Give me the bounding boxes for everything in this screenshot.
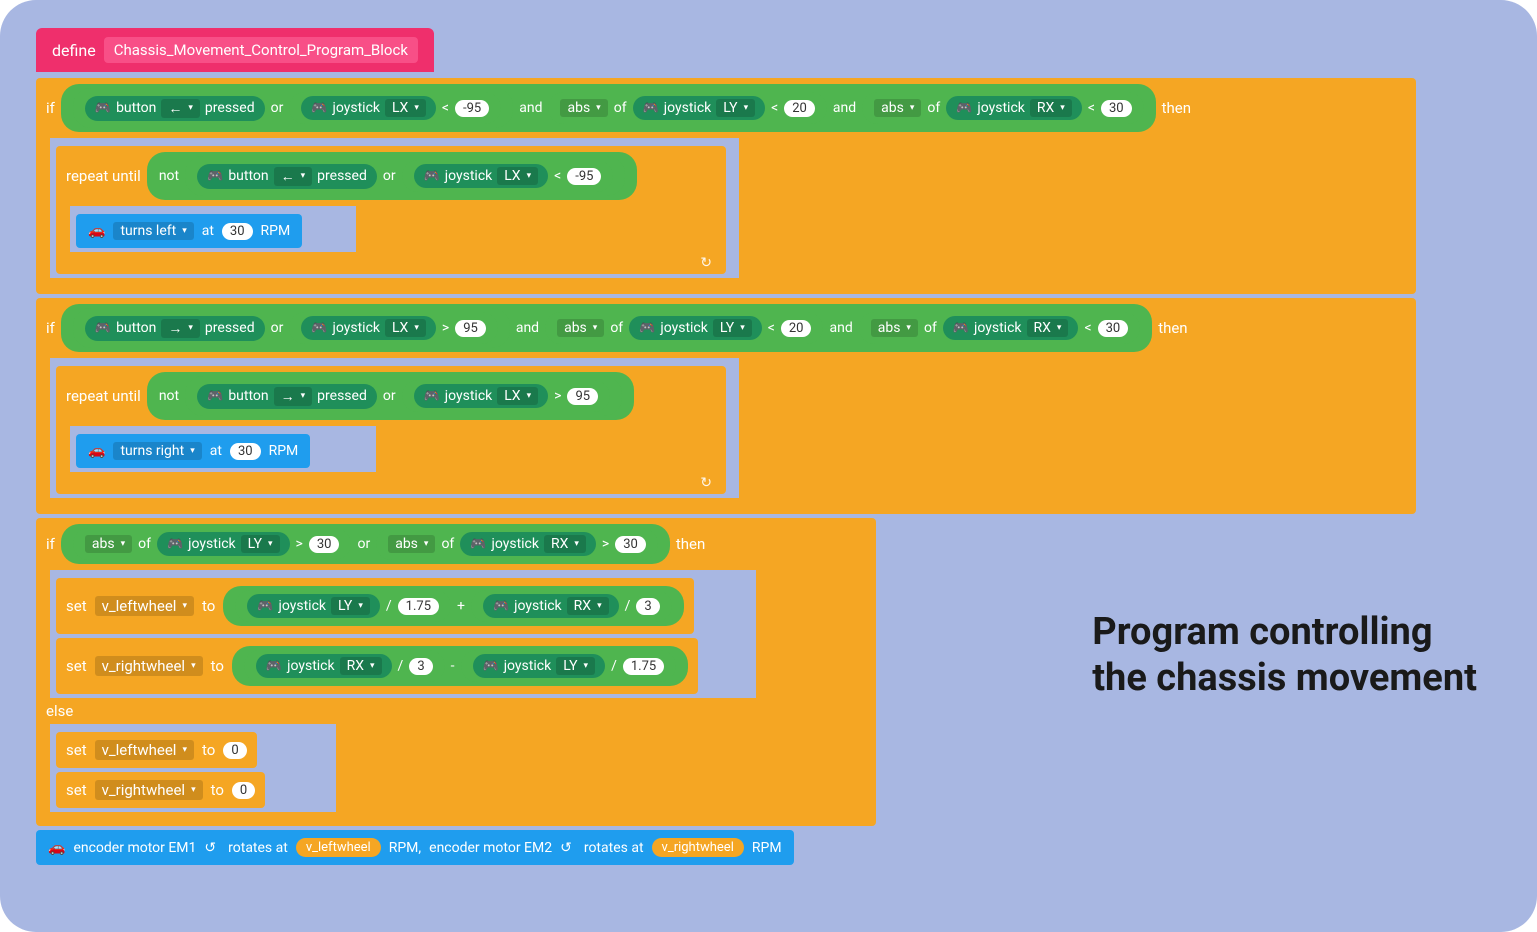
gamepad-icon: 🎮 (424, 389, 440, 404)
if-turn-right[interactable]: if 🎮 button → pressed or 🎮 (36, 298, 1416, 514)
if-head: if 🎮 button ← pressed or 🎮 (36, 78, 1416, 138)
if-kw: if (46, 99, 55, 117)
gamepad-icon: 🎮 (311, 321, 327, 336)
if-turn-left[interactable]: if 🎮 button ← pressed or 🎮 (36, 78, 1416, 294)
not-cond-right: not 🎮 button → pressed or (147, 372, 634, 420)
block-canvas: define Chassis_Movement_Control_Program_… (0, 0, 1537, 932)
gamepad-icon: 🎮 (424, 169, 440, 184)
var-vr-dd[interactable]: v_rightwheel (95, 656, 203, 676)
gamepad-icon: 🎮 (493, 599, 509, 614)
encoder2-label: encoder motor EM2 (429, 840, 552, 856)
not-cond-left: not 🎮 button ← pressed or (147, 152, 638, 200)
cond-or-left: 🎮 button ← pressed or 🎮 joystick LX (73, 88, 513, 128)
main-stack: if 🎮 button ← pressed or 🎮 (36, 72, 1537, 865)
cond-or-right: 🎮 button → pressed or 🎮 joystick LX (73, 308, 510, 348)
repeat-right[interactable]: repeat until not 🎮 button → pressed (56, 366, 726, 494)
gamepad-icon: 🎮 (207, 169, 223, 184)
define-proc-name: Chassis_Movement_Control_Program_Block (104, 37, 418, 63)
loop-icon: ↻ (700, 475, 712, 491)
encoder-motor-block[interactable]: 🚗 encoder motor EM1 rotates at v_leftwhe… (36, 830, 794, 865)
gamepad-icon: 🎮 (470, 537, 486, 552)
var-vl-pill[interactable]: v_leftwheel (296, 838, 381, 857)
if-joy-move[interactable]: if abs of 🎮 joystick LY > 30 or (36, 518, 876, 826)
set-v-leftwheel[interactable]: set v_leftwheel to 🎮 joystick LY / 1.75 (56, 578, 694, 634)
turns-left-block[interactable]: 🚗 turns left at 30 RPM (76, 214, 302, 248)
encoder1-label: encoder motor EM1 (73, 840, 196, 856)
repeat-left[interactable]: repeat until not 🎮 button ← pressed (56, 146, 726, 274)
gamepad-icon: 🎮 (95, 321, 111, 336)
if-joy-head: if abs of 🎮 joystick LY > 30 or (36, 518, 876, 570)
cond-outer-right: 🎮 button → pressed or 🎮 joystick LX (61, 304, 1152, 352)
btn-left-dd[interactable]: ← (161, 99, 200, 118)
car-icon: 🚗 (88, 443, 105, 459)
set-vr-zero[interactable]: set v_rightwheel to 0 (56, 772, 265, 808)
caption-line2: the chassis movement (1092, 656, 1477, 702)
gamepad-icon: 🎮 (167, 537, 183, 552)
expr-vr: 🎮 joystick RX / 3 - 🎮 joystick (232, 646, 688, 686)
repeat-right-head: repeat until not 🎮 button → pressed (56, 366, 726, 426)
rotate-ccw-icon (204, 840, 220, 856)
btn-left-pressed[interactable]: 🎮 button ← pressed (85, 96, 265, 121)
abs-rx-lt30: abs of 🎮 joystick RX < 30 (862, 92, 1143, 124)
set-v-rightwheel[interactable]: set v_rightwheel to 🎮 joystick RX / 3 (56, 638, 698, 694)
car-icon: 🚗 (88, 223, 105, 239)
then-kw: then (1162, 99, 1191, 117)
abs-dd[interactable]: abs (560, 99, 607, 117)
gamepad-icon: 🎮 (483, 659, 499, 674)
loop-icon: ↻ (700, 255, 712, 271)
if-joy-body: set v_leftwheel to 🎮 joystick LY / 1.75 (36, 570, 756, 698)
gamepad-icon: 🎮 (643, 101, 659, 116)
repeat-left-head: repeat until not 🎮 button ← pressed (56, 146, 726, 206)
btn-right-pressed[interactable]: 🎮 button → pressed (85, 316, 265, 341)
define-label: define (52, 41, 96, 60)
cond-abs-or: abs of 🎮 joystick LY > 30 or abs of (61, 524, 670, 564)
if-right-body: repeat until not 🎮 button → pressed (36, 358, 739, 498)
else-body: set v_leftwheel to 0 set v_rightwheel to… (36, 724, 336, 812)
gamepad-icon: 🎮 (266, 659, 282, 674)
cond-outer-left: 🎮 button ← pressed or 🎮 joystick LX (61, 84, 1156, 132)
joy-lx-1[interactable]: 🎮 joystick LX (301, 96, 436, 120)
gamepad-icon: 🎮 (95, 101, 111, 116)
define-hat: define Chassis_Movement_Control_Program_… (36, 28, 434, 72)
repeat-right-body: 🚗 turns right at 30 RPM (56, 426, 376, 472)
rotate-ccw-icon (560, 840, 576, 856)
gamepad-icon: 🎮 (639, 321, 655, 336)
gamepad-icon: 🎮 (956, 101, 972, 116)
else-head: else (36, 698, 876, 724)
caption-line1: Program controlling (1092, 610, 1477, 656)
abs-ly-lt20: abs of 🎮 joystick LY < 20 (548, 92, 826, 124)
gamepad-icon: 🎮 (953, 321, 969, 336)
gamepad-icon: 🎮 (207, 389, 223, 404)
lx-lt-neg95: 🎮 joystick LX < -95 (289, 92, 501, 124)
if-right-head: if 🎮 button → pressed or 🎮 (36, 298, 1416, 358)
repeat-left-body: 🚗 turns left at 30 RPM (56, 206, 356, 252)
expr-vl: 🎮 joystick LY / 1.75 + 🎮 joystick (223, 586, 683, 626)
if-left-body: repeat until not 🎮 button ← pressed (36, 138, 739, 278)
var-vr-pill[interactable]: v_rightwheel (652, 838, 744, 857)
gamepad-icon: 🎮 (311, 101, 327, 116)
car-icon: 🚗 (48, 840, 65, 856)
gamepad-icon: 🎮 (257, 599, 273, 614)
turns-right-block[interactable]: 🚗 turns right at 30 RPM (76, 434, 310, 468)
set-vl-zero[interactable]: set v_leftwheel to 0 (56, 732, 257, 768)
var-vl-dd[interactable]: v_leftwheel (95, 596, 194, 616)
caption: Program controlling the chassis movement (1092, 610, 1477, 701)
